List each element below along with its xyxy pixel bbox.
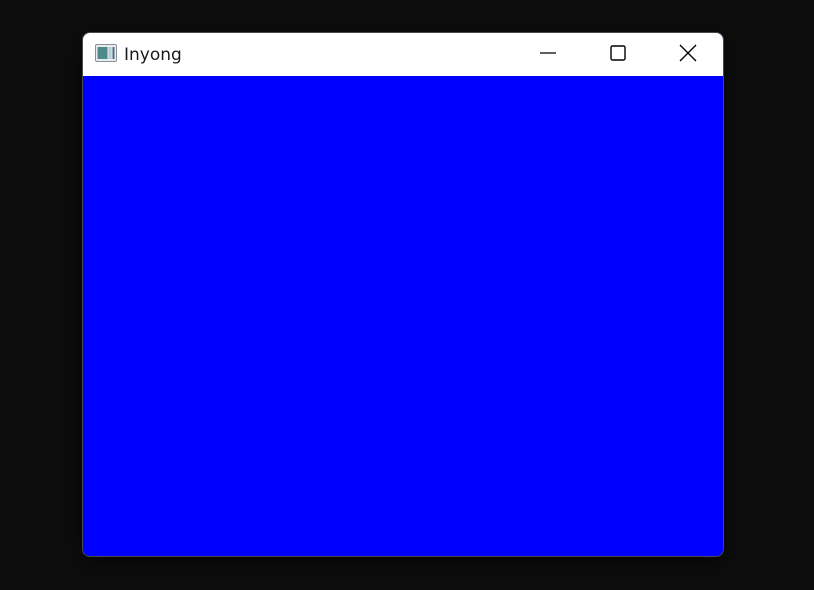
app-window-icon[interactable] xyxy=(95,44,117,62)
maximize-icon xyxy=(610,44,626,65)
window-title: Inyong xyxy=(124,45,182,65)
minimize-icon xyxy=(540,45,556,65)
window-client-area[interactable] xyxy=(83,76,723,556)
title-bar[interactable]: Inyong xyxy=(83,33,723,76)
maximize-button[interactable] xyxy=(583,33,653,76)
close-icon xyxy=(679,44,697,66)
close-button[interactable] xyxy=(653,33,723,76)
app-window[interactable]: Inyong xyxy=(82,32,724,557)
desktop: Inyong xyxy=(0,0,814,590)
minimize-button[interactable] xyxy=(513,33,583,76)
